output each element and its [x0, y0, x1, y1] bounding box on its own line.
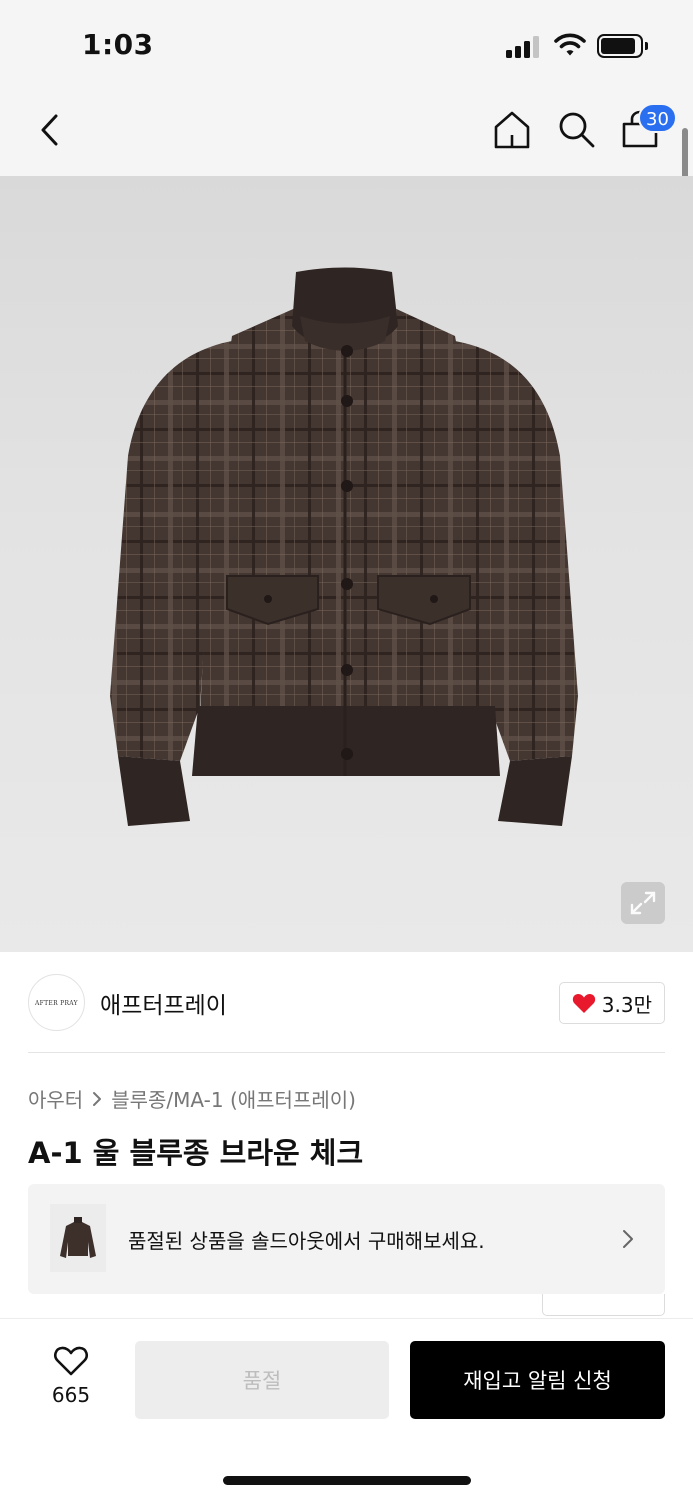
brand-row[interactable]: AFTER PRAY 애프터프레이 3.3만	[28, 972, 665, 1032]
jacket-illustration	[110, 267, 578, 826]
back-icon[interactable]	[34, 110, 68, 150]
product-image[interactable]	[0, 176, 693, 952]
battery-icon	[597, 34, 648, 58]
chevron-right-icon	[93, 1091, 102, 1106]
heart-outline-icon	[54, 1346, 88, 1376]
cart-count-badge: 30	[638, 103, 677, 133]
brand-logo[interactable]: AFTER PRAY	[28, 974, 85, 1031]
wishlist-count: 665	[51, 1383, 91, 1407]
wifi-icon	[554, 33, 586, 56]
soldout-banner-text: 품절된 상품을 솔드아웃에서 구매해보세요.	[128, 1229, 485, 1253]
wishlist-button[interactable]: 665	[40, 1345, 102, 1417]
bottom-action-bar: 665 품절 재입고 알림 신청	[0, 1318, 693, 1500]
cellular-signal-icon	[506, 34, 542, 58]
soldout-button: 품절	[135, 1341, 389, 1419]
product-title: A-1 울 블루종 브라운 체크	[28, 1136, 364, 1170]
divider	[28, 1052, 665, 1053]
home-indicator[interactable]	[223, 1476, 471, 1485]
status-time: 1:03	[82, 28, 154, 61]
soldout-thumbnail	[50, 1204, 106, 1272]
restock-alert-button[interactable]: 재입고 알림 신청	[410, 1341, 665, 1419]
breadcrumb: 아우터 블루종/MA-1 (애프터프레이)	[28, 1084, 356, 1113]
brand-like-count: 3.3만	[601, 992, 652, 1017]
peek-chip	[542, 1294, 665, 1316]
breadcrumb-subcategory[interactable]: 블루종/MA-1 (애프터프레이)	[111, 1084, 356, 1113]
heart-icon	[572, 993, 595, 1013]
expand-icon[interactable]	[621, 882, 665, 924]
scroll-peek-content	[0, 1294, 693, 1318]
home-icon[interactable]	[490, 108, 534, 152]
search-icon[interactable]	[555, 108, 599, 152]
top-nav-bar	[0, 90, 693, 176]
brand-like-button[interactable]: 3.3만	[558, 982, 665, 1024]
brand-name[interactable]: 애프터프레이	[100, 986, 227, 1020]
status-bar: 1:03	[0, 0, 693, 90]
chevron-right-icon	[623, 1230, 633, 1248]
breadcrumb-category[interactable]: 아우터	[28, 1084, 83, 1113]
soldout-banner[interactable]: 품절된 상품을 솔드아웃에서 구매해보세요.	[28, 1184, 665, 1294]
